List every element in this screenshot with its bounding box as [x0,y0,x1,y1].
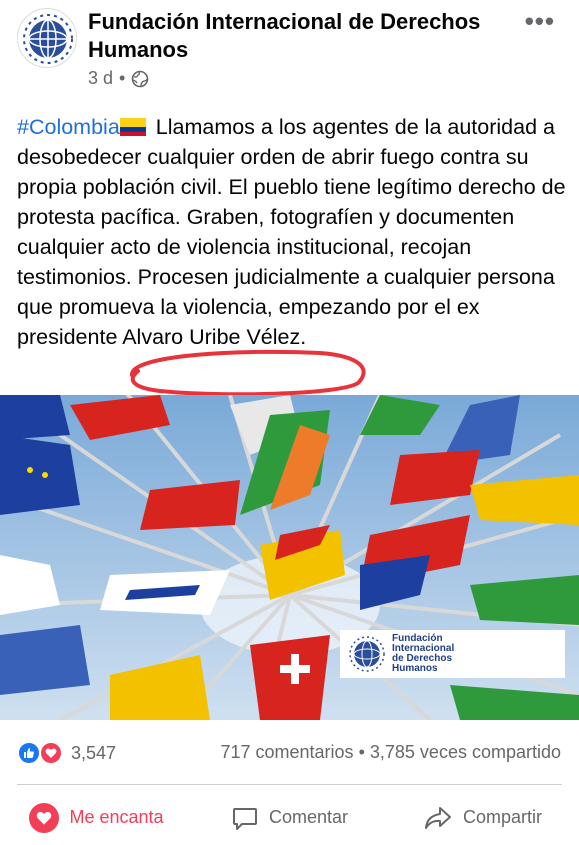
colombia-flag-emoji [119,118,146,136]
comments-count[interactable]: 717 comentarios [220,742,353,762]
comment-button[interactable]: Comentar [193,790,386,845]
share-button[interactable]: Compartir [386,790,579,845]
love-button[interactable]: Me encanta [0,790,193,845]
comment-icon [232,807,257,830]
page-avatar[interactable] [17,8,77,68]
hashtag-link[interactable]: #Colombia [17,115,120,139]
foundation-logo-icon [349,636,385,672]
shares-count[interactable]: 3,785 veces compartido [370,742,561,762]
like-reaction-icon [17,741,41,765]
post-text: #Colombia Llamamos a los agentes de la a… [17,112,572,352]
post-meta: 3 d • [88,68,149,89]
love-reaction-icon [39,741,63,765]
meta-separator: • [119,68,126,88]
image-logo-badge: Fundación Internacional de Derechos Huma… [340,630,565,678]
share-button-label: Compartir [462,807,542,827]
image-logo-text: Fundación Internacional de Derechos Huma… [392,633,455,674]
foundation-logo-icon [23,14,73,64]
comment-button-label: Comentar [268,807,349,827]
action-divider [17,784,562,785]
more-options-button[interactable]: ••• [525,6,555,37]
engagement-stats: 717 comentarios • 3,785 veces compartido [220,742,561,763]
globe-icon [132,70,149,87]
highlighted-name: Alvaro Uribe Vélez. [122,325,307,349]
post-time[interactable]: 3 d [88,68,113,89]
red-circle-annotation [130,349,366,397]
post-body-text: Llamamos a los agentes de la autoridad a… [17,115,566,349]
love-button-label: Me encanta [69,807,164,827]
reaction-count: 3,547 [71,742,117,763]
page-name[interactable]: Fundación Internacional de Derechos Huma… [88,8,508,64]
post-image[interactable]: Fundación Internacional de Derechos Huma… [0,395,579,720]
reactions-summary[interactable]: 3,547 [17,738,116,768]
post-header: Fundación Internacional de Derechos Huma… [0,0,579,110]
post-actions: Me encanta Comentar Compartir [0,790,579,845]
share-icon [424,806,451,829]
love-icon [29,802,60,833]
stats-separator: • [358,742,365,762]
